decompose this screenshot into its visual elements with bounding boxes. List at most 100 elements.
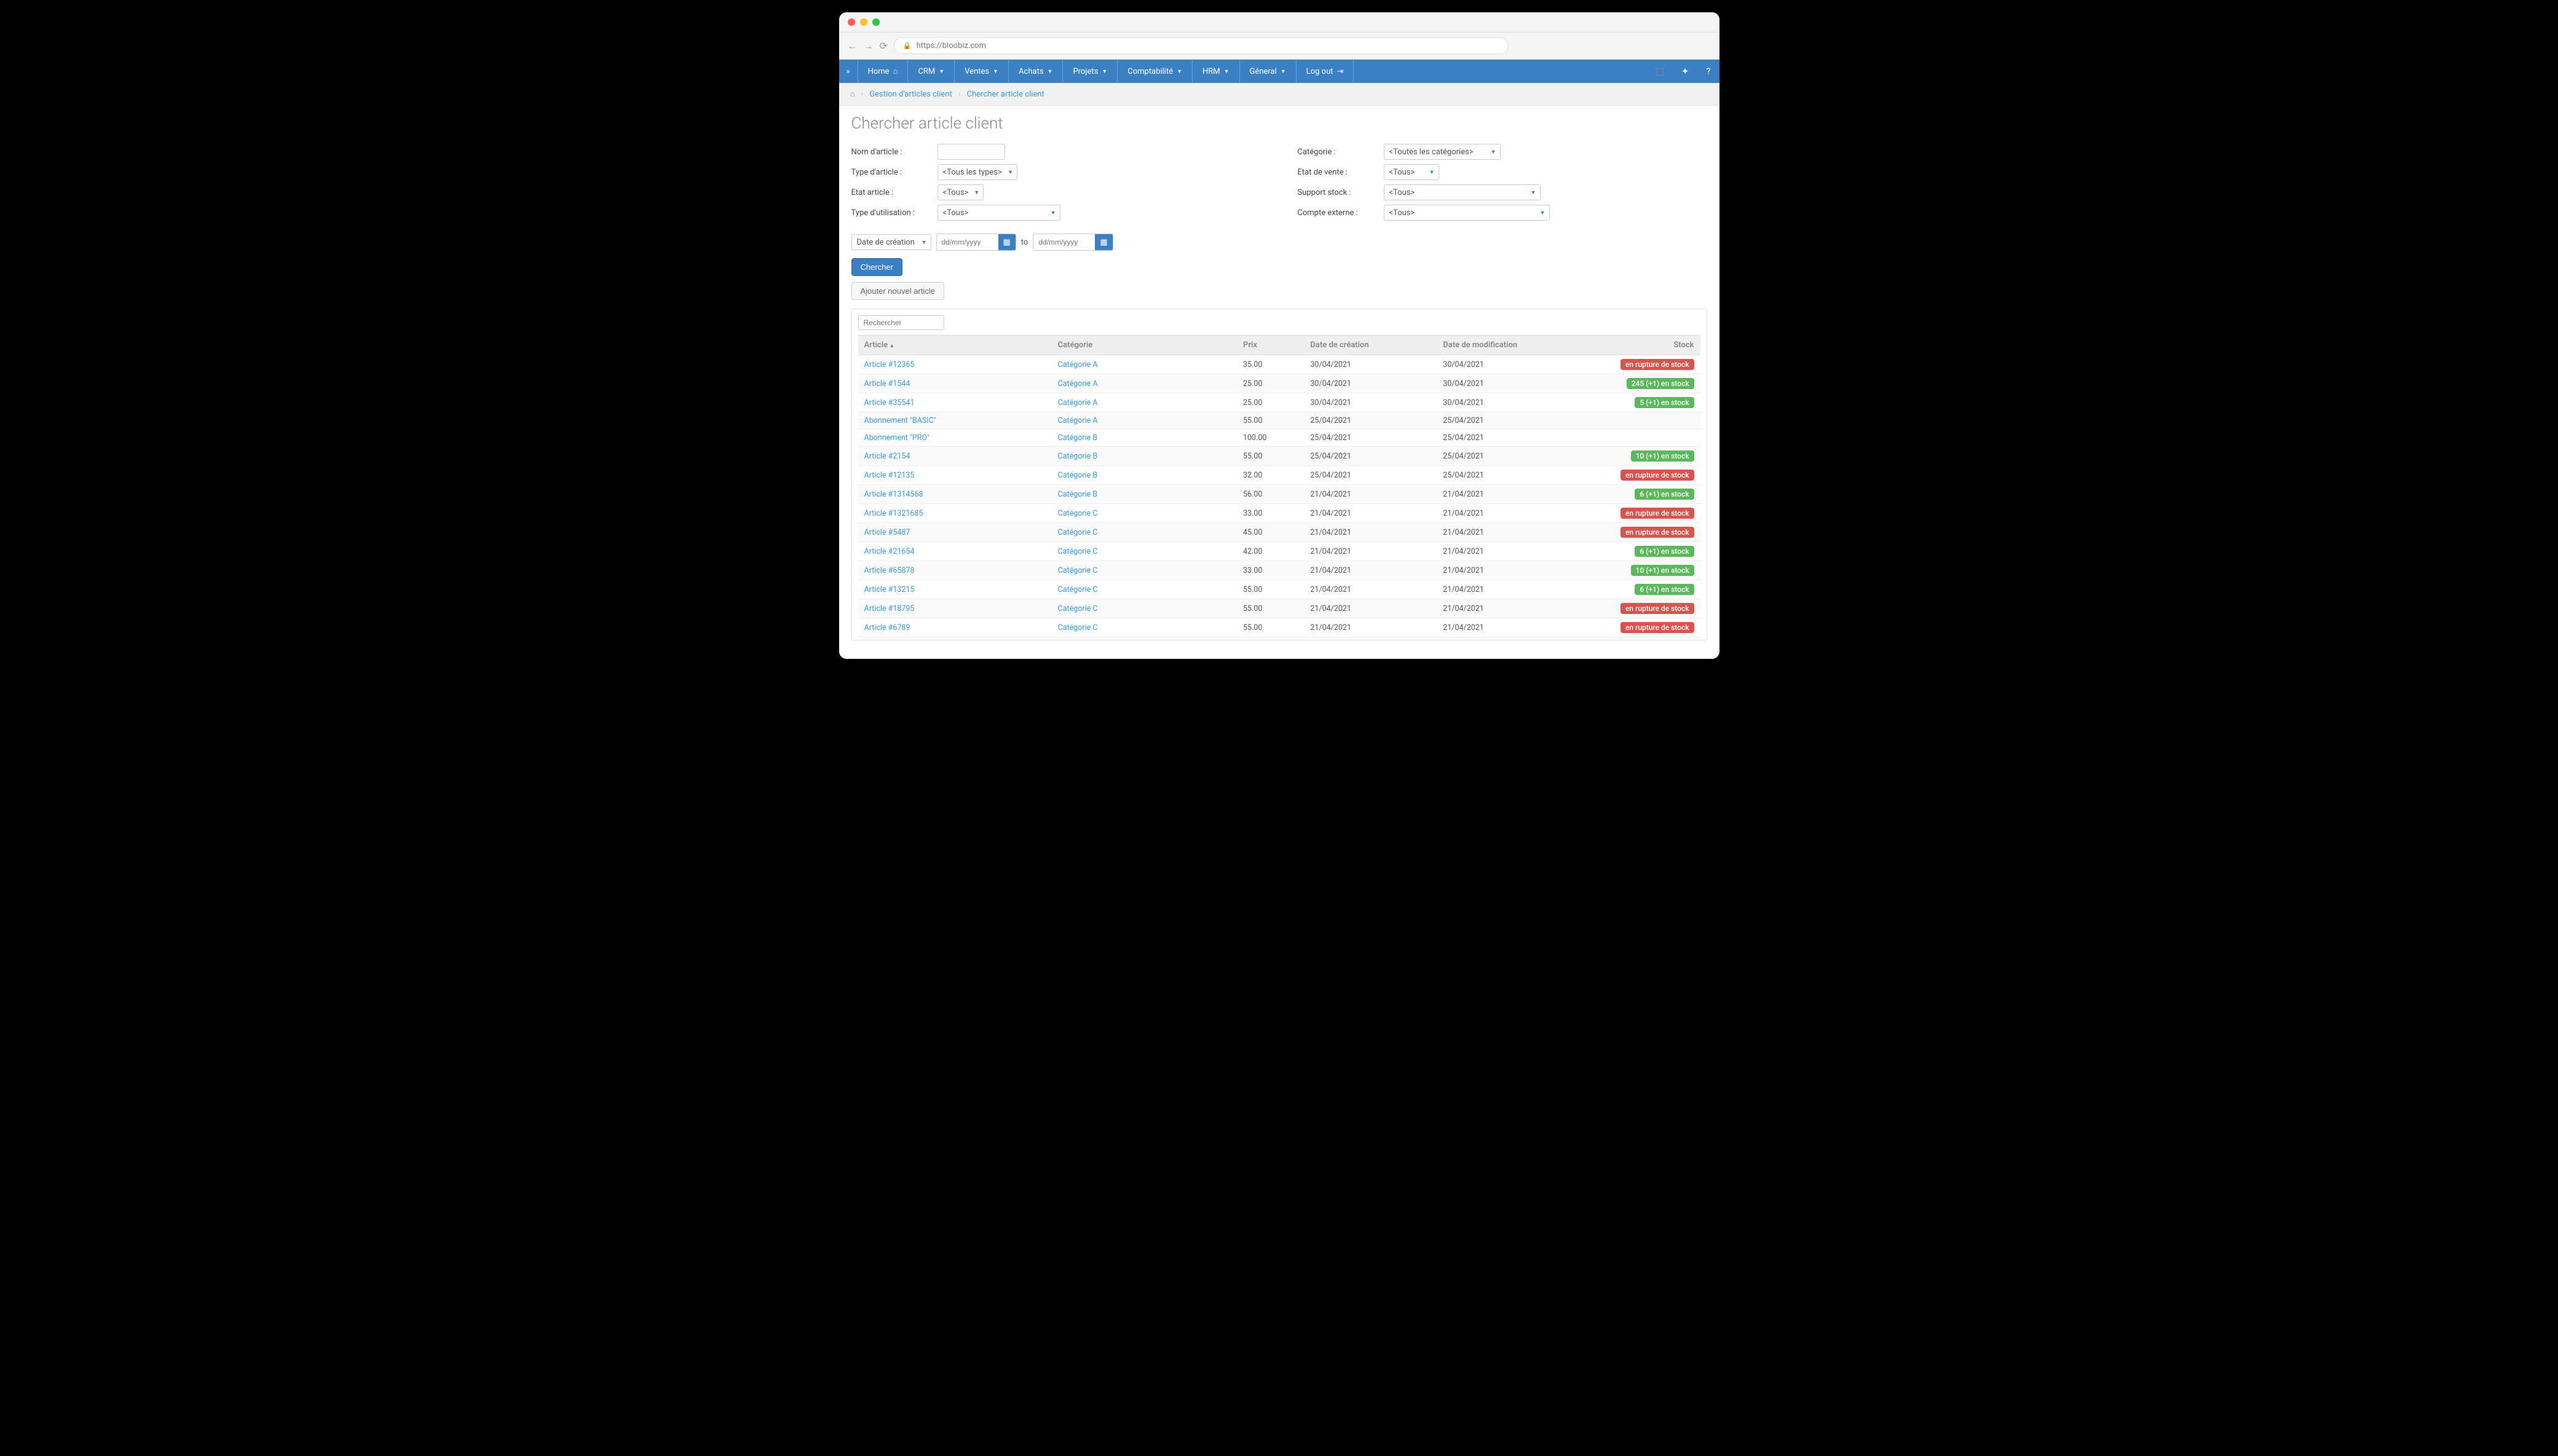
column-header[interactable]: Stock	[1599, 336, 1700, 355]
nav-item-home[interactable]: Home⌂	[858, 60, 909, 82]
article-link[interactable]: Article #5487	[864, 528, 910, 537]
column-header[interactable]: Article ▲	[858, 336, 1052, 355]
filter-select[interactable]: <Tous les types>▼	[938, 164, 1017, 180]
filter-text-input[interactable]	[938, 144, 1005, 160]
category-link[interactable]: Catégorie B	[1058, 490, 1098, 499]
modified-cell: 21/04/2021	[1437, 542, 1599, 561]
article-link[interactable]: Article #1321685	[864, 509, 923, 518]
article-link[interactable]: Article #12135	[864, 471, 915, 480]
category-link[interactable]: Catégorie C	[1058, 623, 1098, 632]
article-link[interactable]: Article #21654	[864, 547, 915, 556]
category-link[interactable]: Catégorie A	[1058, 379, 1098, 388]
filter-select[interactable]: <Tous>▼	[1384, 184, 1541, 200]
category-link[interactable]: Catégorie B	[1058, 433, 1098, 443]
window-controls	[848, 18, 880, 26]
nav-item-ventes[interactable]: Ventes▼	[955, 60, 1009, 82]
filter-row: Type d'utilisation :<Tous>▼	[851, 205, 1261, 221]
table-row: Article #1544Catégorie A25.0030/04/20213…	[858, 374, 1700, 393]
search-button[interactable]: Chercher	[851, 258, 902, 276]
filter-label: Nom d'article :	[851, 148, 938, 157]
category-link[interactable]: Catégorie B	[1058, 471, 1098, 480]
nav-item-achats[interactable]: Achats▼	[1009, 60, 1063, 82]
nav-item-log-out[interactable]: Log out⇥	[1297, 60, 1354, 82]
article-link[interactable]: Article #18795	[864, 604, 915, 613]
article-link[interactable]: Article #1544	[864, 379, 910, 388]
filter-select[interactable]: <Tous>▼	[938, 205, 1060, 221]
filter-label: Support stock :	[1298, 188, 1384, 197]
close-window-icon[interactable]	[848, 18, 855, 26]
calendar-icon[interactable]: ▦	[1095, 234, 1112, 250]
breadcrumb-link[interactable]: Gestion d'articles client	[869, 90, 952, 99]
help-icon[interactable]: ?	[1697, 60, 1719, 83]
category-link[interactable]: Catégorie A	[1058, 416, 1098, 425]
category-link[interactable]: Catégorie B	[1058, 452, 1098, 461]
filter-select[interactable]: <Tous>▼	[938, 184, 984, 200]
page-content: Chercher article client Nom d'article :T…	[839, 106, 1719, 659]
table-search-input[interactable]	[858, 315, 944, 330]
article-link[interactable]: Article #1314568	[864, 490, 923, 499]
sidebar-toggle-icon[interactable]: »	[839, 61, 858, 82]
article-link[interactable]: Article #12365	[864, 360, 915, 369]
nav-item-crm[interactable]: CRM▼	[908, 60, 955, 82]
stock-cell: 10 (+1) en stock	[1599, 447, 1700, 466]
date-from-input[interactable]	[937, 235, 998, 249]
category-link[interactable]: Catégorie A	[1058, 360, 1098, 369]
category-link[interactable]: Catégorie C	[1058, 528, 1098, 537]
column-header[interactable]: Prix	[1237, 336, 1304, 355]
notification-icon[interactable]: ⬚	[1647, 60, 1673, 83]
modified-cell: 30/04/2021	[1437, 374, 1599, 393]
table-row: Abonnement "PRO"Catégorie B100.0025/04/2…	[858, 430, 1700, 447]
category-link[interactable]: Catégorie C	[1058, 604, 1098, 613]
date-from-picker[interactable]: ▦	[936, 234, 1016, 251]
calendar-icon[interactable]: ▦	[998, 234, 1016, 250]
breadcrumb-link[interactable]: Chercher article client	[967, 90, 1044, 99]
nav-item-hrm[interactable]: HRM▼	[1193, 60, 1240, 82]
price-cell: 45.00	[1237, 523, 1304, 542]
created-cell: 21/04/2021	[1304, 561, 1437, 580]
minimize-window-icon[interactable]	[860, 18, 867, 26]
forward-icon[interactable]: →	[864, 40, 874, 52]
column-header[interactable]: Date de création	[1304, 336, 1437, 355]
nav-item-géneral[interactable]: Géneral▼	[1240, 60, 1297, 82]
url-input[interactable]: 🔒 https://bloobiz.com	[894, 37, 1509, 54]
category-link[interactable]: Catégorie C	[1058, 509, 1098, 518]
column-header[interactable]: Catégorie	[1052, 336, 1237, 355]
filter-select[interactable]: <Tous>▼	[1384, 205, 1550, 221]
caret-down-icon: ▼	[1429, 169, 1435, 176]
column-header[interactable]: Date de modification	[1437, 336, 1599, 355]
article-link[interactable]: Abonnement "BASIC"	[864, 416, 936, 425]
reload-icon[interactable]: ⟳	[880, 40, 888, 52]
caret-down-icon: ▼	[1102, 68, 1107, 75]
maximize-window-icon[interactable]	[872, 18, 880, 26]
nav-item-projets[interactable]: Projets▼	[1063, 60, 1118, 82]
date-to-picker[interactable]: ▦	[1033, 234, 1113, 251]
article-link[interactable]: Article #6789	[864, 623, 910, 632]
filter-select[interactable]: <Tous>▼	[1384, 164, 1439, 180]
stock-cell: en rupture de stock	[1599, 599, 1700, 618]
article-link[interactable]: Article #65878	[864, 566, 915, 575]
nav-item-comptabilité[interactable]: Comptabilité▼	[1118, 60, 1193, 82]
article-link[interactable]: Article #2154	[864, 452, 910, 461]
category-link[interactable]: Catégorie C	[1058, 566, 1098, 575]
article-link[interactable]: Abonnement "PRO"	[864, 433, 930, 443]
stock-cell	[1599, 412, 1700, 430]
chevron-right-icon: ›	[958, 90, 961, 99]
chevron-right-icon: ›	[861, 90, 863, 99]
article-link[interactable]: Article #35541	[864, 398, 915, 407]
filter-select[interactable]: <Toutes les catégories>▼	[1384, 144, 1501, 160]
modified-cell: 21/04/2021	[1437, 504, 1599, 523]
home-icon: ⌂	[893, 66, 898, 76]
category-link[interactable]: Catégorie A	[1058, 398, 1098, 407]
category-link[interactable]: Catégorie C	[1058, 547, 1098, 556]
created-cell: 30/04/2021	[1304, 355, 1437, 374]
category-link[interactable]: Catégorie C	[1058, 585, 1098, 594]
magic-icon[interactable]: ✦	[1673, 60, 1698, 83]
date-type-select[interactable]: Date de création ▼	[851, 234, 931, 250]
article-link[interactable]: Article #13215	[864, 585, 915, 594]
home-icon[interactable]: ⌂	[850, 89, 855, 99]
created-cell: 21/04/2021	[1304, 523, 1437, 542]
add-article-button[interactable]: Ajouter nouvel article	[851, 282, 944, 300]
stock-badge: 10 (+1) en stock	[1631, 565, 1694, 576]
back-icon[interactable]: ←	[848, 40, 858, 52]
date-to-input[interactable]	[1033, 235, 1095, 249]
